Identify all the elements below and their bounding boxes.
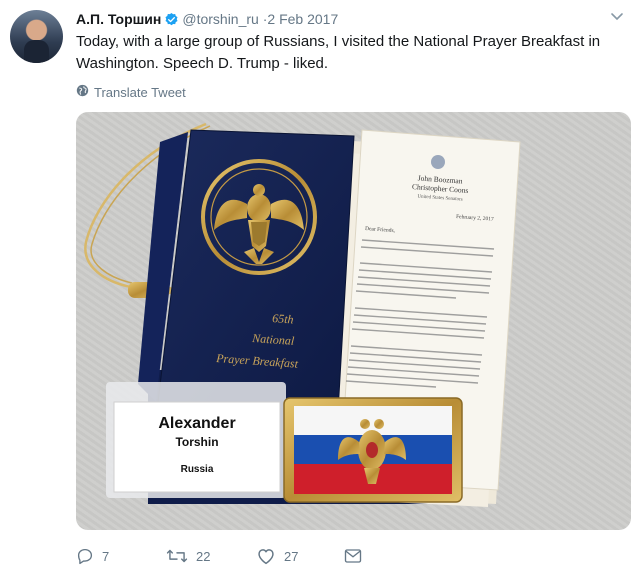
translate-tweet-link[interactable]: Translate Tweet <box>76 84 186 100</box>
letter-seal <box>431 155 445 169</box>
badge-country: Russia <box>181 464 214 475</box>
chevron-down-icon[interactable] <box>608 10 626 24</box>
like-icon <box>256 547 276 565</box>
reply-count: 7 <box>102 548 110 564</box>
like-button[interactable]: 27 <box>256 544 298 568</box>
display-name[interactable]: А.П. Торшин <box>76 11 161 27</box>
tweet-text: Today, with a large group of Russians, I… <box>76 33 601 72</box>
tweet-actions: 7 22 27 <box>76 544 376 568</box>
retweet-button[interactable]: 22 <box>166 544 210 568</box>
name-badge: Alexander Torshin Russia <box>106 382 286 498</box>
message-button[interactable] <box>344 544 362 568</box>
globe-icon <box>76 84 89 100</box>
reply-button[interactable]: 7 <box>76 544 109 568</box>
badge-last-name: Torshin <box>175 435 218 449</box>
message-icon <box>344 548 362 564</box>
like-count: 27 <box>284 548 299 564</box>
translate-label: Translate Tweet <box>94 84 186 100</box>
retweet-count: 22 <box>196 548 211 564</box>
breakfast-program: 65th National Prayer Breakfast <box>138 129 355 413</box>
tweet-header: А.П. Торшин @torshin_ru ·2 Feb 2017 <box>76 10 338 31</box>
program-title-1: 65th <box>272 311 294 326</box>
avatar[interactable] <box>10 10 63 63</box>
tweet-photo[interactable]: John Boozman Christopher Coons United St… <box>76 112 631 530</box>
verified-badge-icon <box>164 12 179 31</box>
handle[interactable]: @torshin_ru <box>182 11 258 27</box>
russian-flag-pin <box>283 397 463 503</box>
badge-first-name: Alexander <box>158 415 235 432</box>
reply-icon <box>76 547 94 565</box>
tweet-date[interactable]: 2 Feb 2017 <box>267 11 338 27</box>
retweet-icon <box>166 547 188 565</box>
